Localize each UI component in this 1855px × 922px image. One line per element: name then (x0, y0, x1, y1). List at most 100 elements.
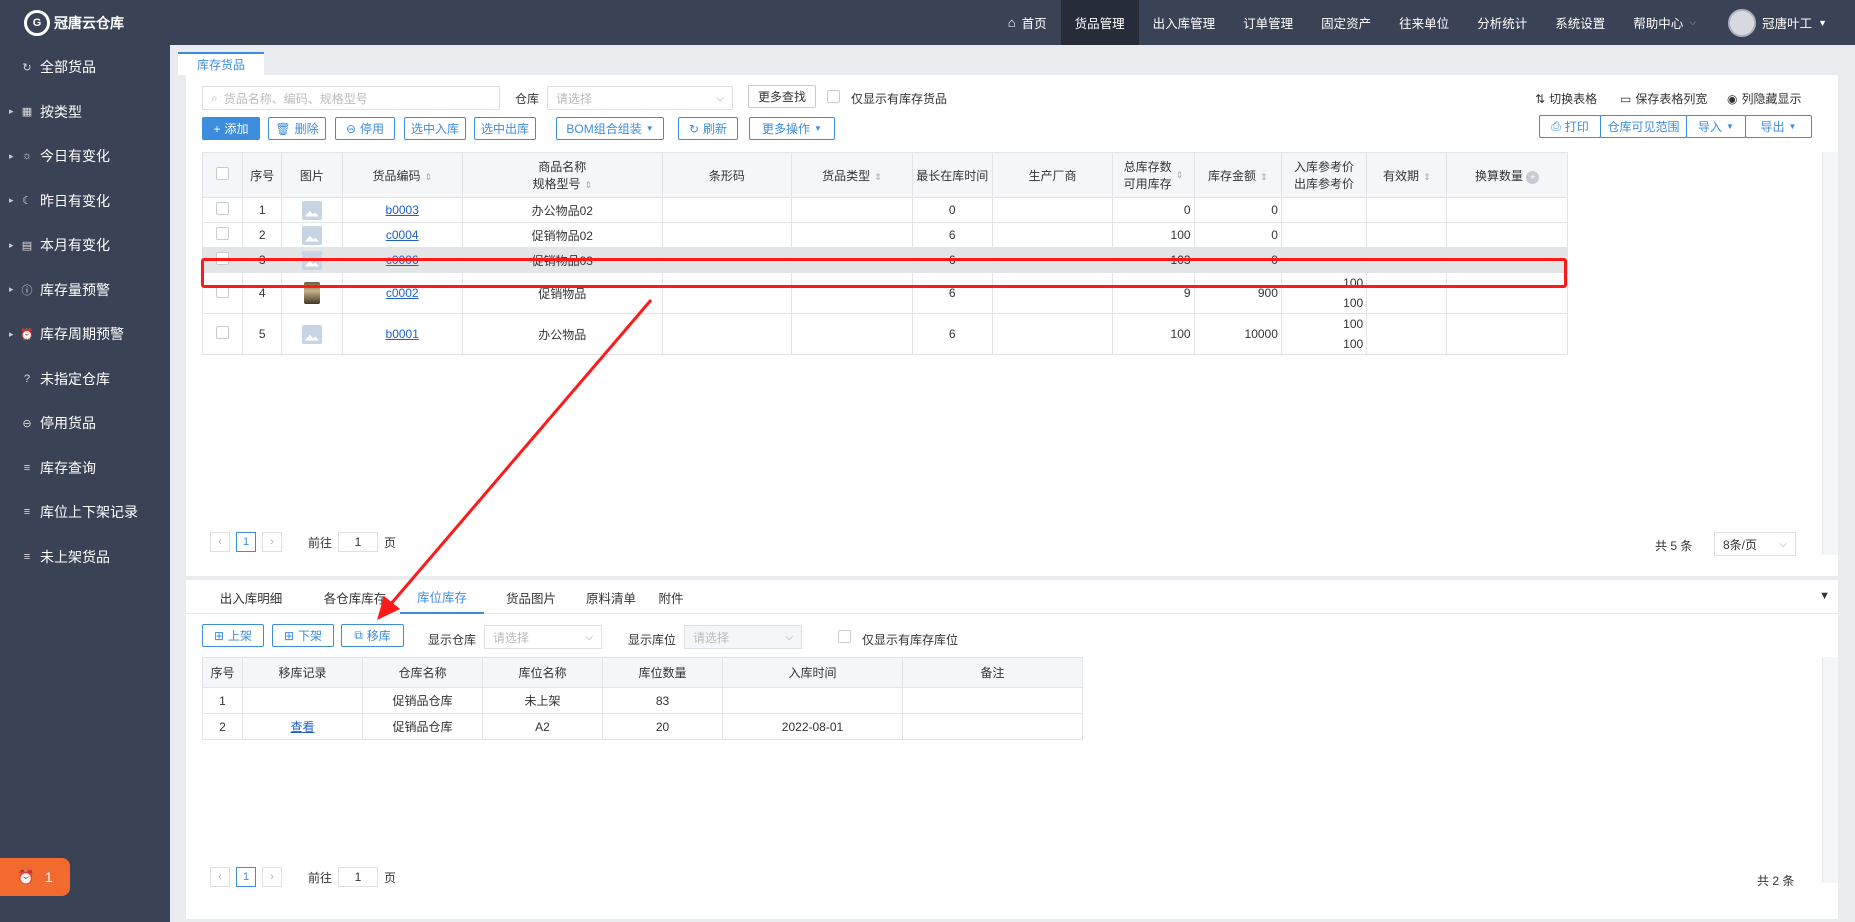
sidebar-item[interactable]: ▸ ⏰ 库存周期预警 (0, 312, 170, 357)
warehouse-scope-button[interactable]: 仓库可见范围 (1600, 115, 1687, 138)
import-button[interactable]: 导入 ▼ (1686, 115, 1746, 138)
sidebar-item[interactable]: ▸ ⓘ 库存量预警 (0, 268, 170, 313)
top-nav-item[interactable]: 订单管理 (1229, 0, 1307, 45)
row-checkbox[interactable] (216, 252, 230, 265)
sort-icon[interactable]: ⇕ (585, 180, 593, 190)
next-page-button[interactable]: › (262, 532, 282, 552)
top-nav-item[interactable]: 往来单位 (1385, 0, 1463, 45)
search-input[interactable]: ⌕ 货品名称、编码、规格型号 (202, 86, 500, 110)
only-stock-location-checkbox[interactable] (838, 630, 851, 643)
refresh-button[interactable]: ↻ 刷新 (678, 117, 738, 140)
sort-icon[interactable]: ⇕ (1260, 172, 1268, 182)
detail-tab[interactable]: 各仓库库存 (310, 580, 400, 614)
export-button[interactable]: 导出 ▼ (1745, 115, 1812, 138)
view-move-record-link[interactable]: 查看 (290, 720, 314, 734)
sidebar-item[interactable]: ▸ ▦ 按类型 (0, 90, 170, 135)
row-checkbox[interactable] (216, 285, 230, 298)
unshelve-button[interactable]: ⊞ 下架 (272, 624, 334, 647)
top-nav-item[interactable]: 系统设置 (1541, 0, 1619, 45)
top-nav-item[interactable]: 分析统计 (1463, 0, 1541, 45)
goods-code-link[interactable]: c0006 (386, 253, 419, 267)
col-code[interactable]: 货品编码 ⇕ (341, 152, 463, 198)
table-row[interactable]: 4 c0002 促销物品 6 9 900 100 100 (201, 272, 1568, 314)
top-nav-item[interactable]: 货品管理 (1060, 0, 1139, 45)
sidebar-item[interactable]: ▸ ▤ 本月有变化 (0, 223, 170, 268)
sidebar-item[interactable]: ↻ 全部货品 (0, 45, 170, 90)
more-search-button[interactable]: 更多查找 (748, 85, 816, 108)
save-width-button[interactable]: ▭ 保存表格列宽 (1620, 90, 1707, 107)
detail-tab[interactable]: 货品图片 (486, 580, 576, 614)
row-checkbox[interactable] (216, 202, 230, 215)
sort-icon[interactable]: ⇕ (874, 172, 882, 182)
vertical-scrollbar[interactable] (1822, 152, 1838, 555)
table-row[interactable]: 2 查看 促销品仓库 A2 20 2022-08-01 (202, 713, 1083, 740)
goto-page-input[interactable]: 1 (338, 532, 379, 552)
top-nav-item[interactable]: ⌂ 首页 (994, 0, 1061, 45)
add-button[interactable]: + 添加 (202, 117, 260, 140)
page-size-select[interactable]: 8条/页 ⌵ (1714, 532, 1796, 556)
row-checkbox[interactable] (216, 326, 230, 339)
app-logo[interactable]: G 冠唐云仓库 (0, 0, 170, 45)
col-name[interactable]: 商品名称 规格型号 ⇕ (461, 152, 663, 198)
table-row[interactable]: 3 c0006 促销物品03 6 103 0 (201, 247, 1568, 273)
image-placeholder-icon[interactable] (301, 200, 322, 220)
sidebar-item[interactable]: ≡ 库位上下架记录 (0, 490, 170, 535)
col-stock[interactable]: 总库存数 可用库存 ⇕ (1112, 152, 1195, 198)
table-row[interactable]: 1 促销品仓库 未上架 83 (202, 687, 1083, 714)
row-checkbox[interactable] (216, 227, 230, 240)
table-row[interactable]: 5 b0001 办公物品 6 100 10000 100 100 (201, 313, 1568, 355)
prev-page-button[interactable]: ‹ (210, 867, 230, 887)
only-stock-checkbox[interactable] (827, 90, 840, 103)
top-nav-item[interactable]: 出入库管理 (1139, 0, 1230, 45)
image-placeholder-icon[interactable] (301, 225, 322, 245)
table-row[interactable]: 1 b0003 办公物品02 0 0 0 (201, 197, 1568, 223)
select-all-checkbox[interactable] (216, 167, 230, 180)
more-actions-button[interactable]: 更多操作 ▼ (749, 117, 835, 140)
prev-page-button[interactable]: ‹ (210, 532, 230, 552)
move-location-button[interactable]: ⧉ 移库 (341, 624, 404, 647)
col-expiry[interactable]: 有效期 ⇕ (1366, 152, 1448, 198)
disable-button[interactable]: ⊖ 停用 (335, 117, 395, 140)
collapse-icon[interactable]: ▼ (1819, 590, 1830, 602)
print-button[interactable]: ⎙ 打印 (1539, 115, 1601, 138)
sidebar-item[interactable]: ≡ 库存查询 (0, 446, 170, 491)
alarm-button[interactable]: ⏰ 1 (0, 858, 70, 896)
delete-button[interactable]: 🗑 删除 (268, 117, 326, 140)
page-number[interactable]: 1 (236, 867, 256, 887)
table-row[interactable]: 2 c0004 促销物品02 6 100 0 (201, 222, 1568, 248)
sort-icon[interactable]: ⇕ (1423, 172, 1431, 182)
bom-assembly-button[interactable]: BOM组合组装 ▼ (556, 117, 664, 140)
vertical-scrollbar[interactable] (1822, 657, 1838, 883)
shelve-button[interactable]: ⊞ 上架 (202, 624, 264, 647)
detail-tab[interactable]: 出入库明细 (206, 580, 296, 614)
goods-code-link[interactable]: b0003 (386, 203, 419, 217)
sidebar-item[interactable]: ≡ 未上架货品 (0, 535, 170, 580)
warehouse-select[interactable]: 请选择 ⌵ (547, 86, 733, 110)
show-location-select[interactable]: 请选择 ⌵ (684, 625, 802, 649)
sidebar-item[interactable]: ▸ ☼ 今日有变化 (0, 134, 170, 179)
image-placeholder-icon[interactable] (301, 250, 322, 270)
top-nav-item[interactable]: 帮助中心 ⌵ (1619, 0, 1710, 45)
goods-code-link[interactable]: b0001 (386, 327, 419, 341)
tab-inventory-goods[interactable]: 库存货品 (178, 52, 264, 75)
sort-icon[interactable]: ⇕ (1176, 170, 1184, 181)
user-menu[interactable]: 冠唐叶工 ▼ (1710, 0, 1855, 45)
goods-code-link[interactable]: c0002 (386, 286, 419, 300)
detail-tab[interactable]: 附件 (641, 580, 701, 614)
switch-table-button[interactable]: ⇅ 切换表格 (1535, 90, 1597, 107)
plus-circle-icon[interactable]: + (1526, 170, 1540, 184)
next-page-button[interactable]: › (262, 867, 282, 887)
detail-tab[interactable]: 库位库存 (400, 580, 484, 614)
col-amount[interactable]: 库存金额 ⇕ (1193, 152, 1282, 198)
image-placeholder-icon[interactable] (301, 324, 322, 344)
goto-page-input[interactable]: 1 (338, 867, 379, 887)
show-warehouse-select[interactable]: 请选择 ⌵ (484, 625, 602, 649)
sidebar-item[interactable]: ? 未指定仓库 (0, 357, 170, 402)
sidebar-item[interactable]: ▸ ☾ 昨日有变化 (0, 179, 170, 224)
goods-code-link[interactable]: c0004 (386, 228, 419, 242)
col-type[interactable]: 货品类型 ⇕ (791, 152, 913, 198)
sort-icon[interactable]: ⇕ (424, 172, 432, 182)
hide-columns-button[interactable]: ◉ 列隐藏显示 (1727, 90, 1802, 107)
page-number[interactable]: 1 (236, 532, 256, 552)
selected-outbound-button[interactable]: 选中出库 (474, 117, 536, 140)
